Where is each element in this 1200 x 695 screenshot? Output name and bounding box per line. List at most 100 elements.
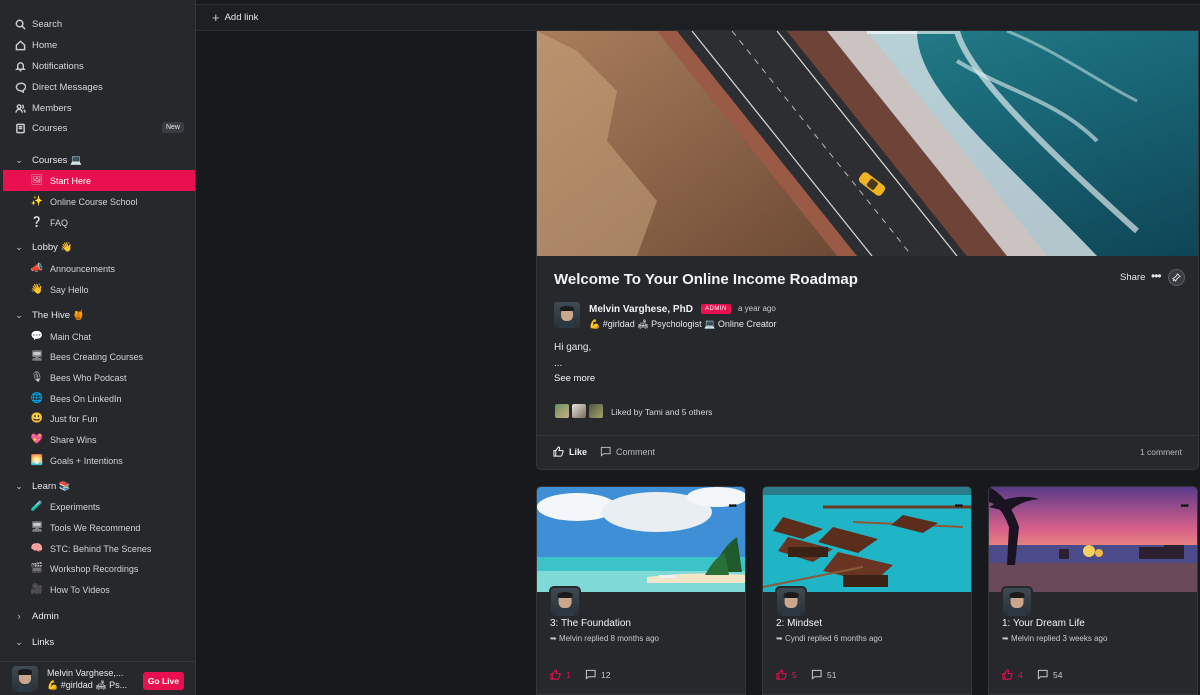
card-like-button[interactable]: 5 (776, 669, 797, 680)
divider (537, 435, 1198, 436)
card-reply-info: ➥ Melvin replied 3 weeks ago (1002, 634, 1108, 643)
see-more-link[interactable]: See more (554, 373, 595, 384)
more-options-icon[interactable]: ••• (954, 501, 962, 512)
avatar (1001, 586, 1033, 618)
channel-label: Bees Creating Courses (50, 351, 144, 362)
channel-share-wins[interactable]: 💖 Share Wins (3, 429, 195, 450)
nav-direct-messages[interactable]: Direct Messages (0, 77, 195, 98)
avatar (554, 403, 570, 419)
post-body: Hi gang, (554, 342, 592, 353)
new-badge: New (161, 122, 184, 133)
pin-icon[interactable] (1168, 269, 1185, 286)
channel-announcements[interactable]: 📣 Announcements (3, 258, 195, 279)
nav-courses[interactable]: Courses New (0, 118, 195, 139)
channel-start-here[interactable]: 🖼 Start Here (3, 170, 195, 191)
channel-just-for-fun[interactable]: 😃 Just for Fun (3, 408, 195, 429)
video-camera-icon: 🎥 (30, 584, 44, 595)
card-reply-info: ➥ Cyndi replied 6 months ago (776, 634, 883, 643)
nav-search[interactable]: Search (0, 14, 195, 35)
like-count: 5 (792, 669, 797, 680)
card-comment-button[interactable]: 12 (585, 669, 610, 680)
post-card: Welcome To Your Online Income Roadmap Sh… (536, 31, 1199, 470)
add-link-button[interactable]: Add link (225, 12, 259, 23)
avatar (549, 586, 581, 618)
nav-notifications[interactable]: Notifications (0, 56, 195, 77)
section-learn[interactable]: ⌄ Learn 📚 (0, 476, 195, 496)
avatar[interactable] (12, 665, 38, 692)
channel-how-to-videos[interactable]: 🎥 How To Videos (3, 579, 195, 600)
sunrise-icon: 🌅 (30, 455, 44, 466)
desktop-icon: 🖥 (30, 351, 44, 362)
channel-workshop-recordings[interactable]: 🎬 Workshop Recordings (3, 558, 195, 579)
lesson-card[interactable]: ••• 2: Mindset ➥ Cyndi replied 6 months … (762, 486, 972, 695)
more-options-icon[interactable]: ••• (1151, 269, 1162, 283)
channel-bees-who-podcast[interactable]: 🎙 Bees Who Podcast (3, 367, 195, 388)
author-bio: 💪 #girldad 🛋 Psychologist 💻 Online Creat… (589, 319, 777, 329)
nav-label: Direct Messages (32, 82, 103, 93)
comment-icon (600, 446, 611, 457)
avatar (588, 403, 604, 419)
like-label: Like (569, 446, 588, 457)
channel-goals-intentions[interactable]: 🌅 Goals + Intentions (3, 450, 195, 471)
channel-bees-on-linkedin[interactable]: 🌐 Bees On LinkedIn (3, 388, 195, 409)
chevron-down-icon: ⌄ (15, 309, 23, 320)
user-name: Melvin Varghese,... (47, 667, 124, 678)
nav-label: Members (32, 103, 72, 114)
channel-say-hello[interactable]: 👋 Say Hello (3, 279, 195, 300)
section-the-hive[interactable]: ⌄ The Hive 🍯 (0, 305, 195, 325)
section-links[interactable]: ⌄ Links (0, 632, 195, 652)
question-icon: ❔ (30, 217, 44, 228)
more-options-icon[interactable]: ••• (728, 501, 736, 512)
card-like-button[interactable]: 1 (550, 669, 571, 680)
user-bio: 💪 #girldad 🛋 Ps... (47, 679, 128, 690)
author-avatar[interactable] (554, 302, 580, 328)
channel-online-course-school[interactable]: ✨ Online Course School (3, 191, 195, 212)
nav-members[interactable]: Members (0, 98, 195, 119)
card-comment-button[interactable]: 51 (811, 669, 836, 680)
channel-main-chat[interactable]: 💬 Main Chat (3, 326, 195, 347)
search-icon (14, 19, 26, 31)
post-cover-image (537, 31, 1198, 256)
card-cover-image (989, 487, 1197, 592)
chevron-down-icon: ⌄ (15, 480, 23, 491)
speech-balloon-icon: 💬 (30, 331, 44, 342)
lesson-card[interactable]: ••• 1: Your Dream Life ➥ Melvin replied … (988, 486, 1198, 695)
post-timestamp[interactable]: a year ago (738, 304, 776, 313)
nav-home[interactable]: Home (0, 35, 195, 56)
picture-icon: 🖼 (30, 175, 44, 186)
channel-tools-we-recommend[interactable]: 🖥 Tools We Recommend (3, 517, 195, 538)
comment-count[interactable]: 1 comment (1140, 447, 1182, 457)
go-live-button[interactable]: Go Live (142, 672, 184, 690)
liker-avatars[interactable] (554, 403, 604, 419)
channel-label: Tools We Recommend (50, 522, 141, 533)
channel-bees-creating-courses[interactable]: 🖥 Bees Creating Courses (3, 346, 195, 367)
channel-faq[interactable]: ❔ FAQ (3, 212, 195, 233)
section-label: Courses 💻 (32, 154, 82, 166)
comment-icon (585, 669, 596, 680)
card-like-button[interactable]: 4 (1002, 669, 1023, 680)
heart-icon: 💖 (30, 434, 44, 445)
share-button[interactable]: Share (1120, 272, 1145, 283)
section-admin[interactable]: › Admin (0, 606, 195, 626)
sidebar: Search Home Notifications Direct Message… (0, 0, 196, 695)
channel-label: Workshop Recordings (50, 563, 139, 574)
like-button[interactable]: Like (553, 446, 587, 457)
author-name[interactable]: Melvin Varghese, PhD (589, 304, 693, 315)
section-lobby[interactable]: ⌄ Lobby 👋 (0, 237, 195, 257)
desktop-icon: 🖥 (30, 522, 44, 533)
more-options-icon[interactable]: ••• (1180, 501, 1188, 512)
post-body-ellipsis: ... (554, 358, 563, 369)
post-title: Welcome To Your Online Income Roadmap (554, 271, 858, 288)
comment-button[interactable]: Comment (600, 446, 655, 457)
card-title: 2: Mindset (776, 618, 823, 629)
card-comment-button[interactable]: 54 (1037, 669, 1062, 680)
microphone-icon: 🎙 (30, 372, 44, 383)
chevron-down-icon: ⌄ (15, 636, 23, 647)
section-courses[interactable]: ⌄ Courses 💻 (0, 150, 195, 170)
liked-by-text[interactable]: Liked by Tami and 5 others (611, 407, 712, 417)
nav-label: Notifications (32, 61, 84, 72)
channel-stc-behind-the-scenes[interactable]: 🧠 STC: Behind The Scenes (3, 538, 195, 559)
sidebar-user-footer: Melvin Varghese,... 💪 #girldad 🛋 Ps... G… (0, 661, 195, 695)
channel-experiments[interactable]: 🧪 Experiments (3, 496, 195, 517)
lesson-card[interactable]: ••• 3: The Foundation ➥ Melvin replied 8… (536, 486, 746, 695)
